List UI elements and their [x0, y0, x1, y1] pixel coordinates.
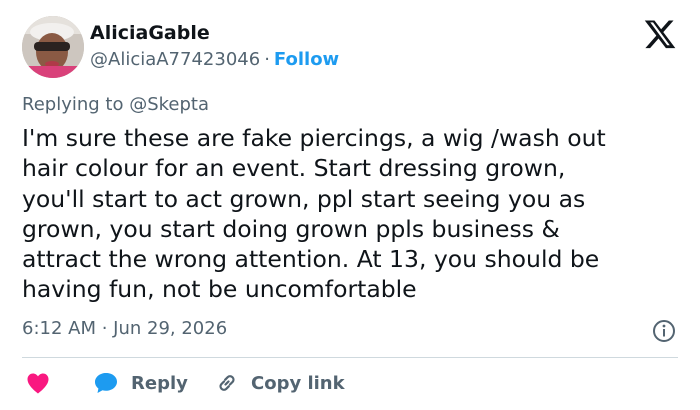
author-display-name[interactable]: AliciaGable — [90, 22, 210, 44]
tweet-card: AliciaGable @AliciaA77423046 · Follow Repl… — [0, 0, 700, 410]
tweet-body-line: I'm sure these are fake piercings, a wig… — [22, 124, 606, 152]
replying-to: Replying to @Skepta — [22, 94, 209, 115]
speech-bubble-icon — [95, 373, 117, 393]
like-button[interactable] — [26, 368, 50, 398]
copy-link-label: Copy link — [251, 372, 345, 394]
follow-button[interactable]: Follow — [274, 49, 339, 70]
author-handle-line: @AliciaA77423046 · Follow — [90, 49, 339, 70]
divider — [22, 357, 678, 358]
replying-prefix: Replying to — [22, 94, 124, 115]
reply-button[interactable]: Reply — [93, 368, 188, 398]
link-icon — [219, 375, 235, 391]
author-handle[interactable]: @AliciaA77423046 — [90, 49, 260, 70]
tweet-body: I'm sure these are fake piercings, a wig… — [22, 123, 687, 305]
copy-link-button[interactable]: Copy link — [215, 368, 345, 398]
x-logo-icon[interactable] — [643, 19, 677, 51]
tweet-body-line: having fun, not be uncomfortable — [22, 275, 417, 304]
heart-icon — [27, 373, 49, 394]
avatar-image — [22, 16, 84, 78]
avatar[interactable] — [22, 16, 84, 78]
tweet-body-line: you'll start to act grown, ppl start see… — [22, 184, 586, 213]
tweet-body-line: attract the wrong attention. At 13, you … — [22, 245, 600, 274]
mention-link[interactable]: @Skepta — [129, 94, 209, 115]
tweet-body-line: grown, you start doing grown ppls busine… — [22, 214, 560, 243]
handle-separator: · — [264, 49, 270, 70]
tweet-body-line: hair colour for an event. Start dressing… — [22, 154, 566, 183]
reply-label: Reply — [131, 372, 188, 394]
info-icon[interactable] — [652, 319, 676, 343]
tweet-timestamp[interactable]: 6:12 AM · Jun 29, 2026 — [22, 318, 227, 339]
